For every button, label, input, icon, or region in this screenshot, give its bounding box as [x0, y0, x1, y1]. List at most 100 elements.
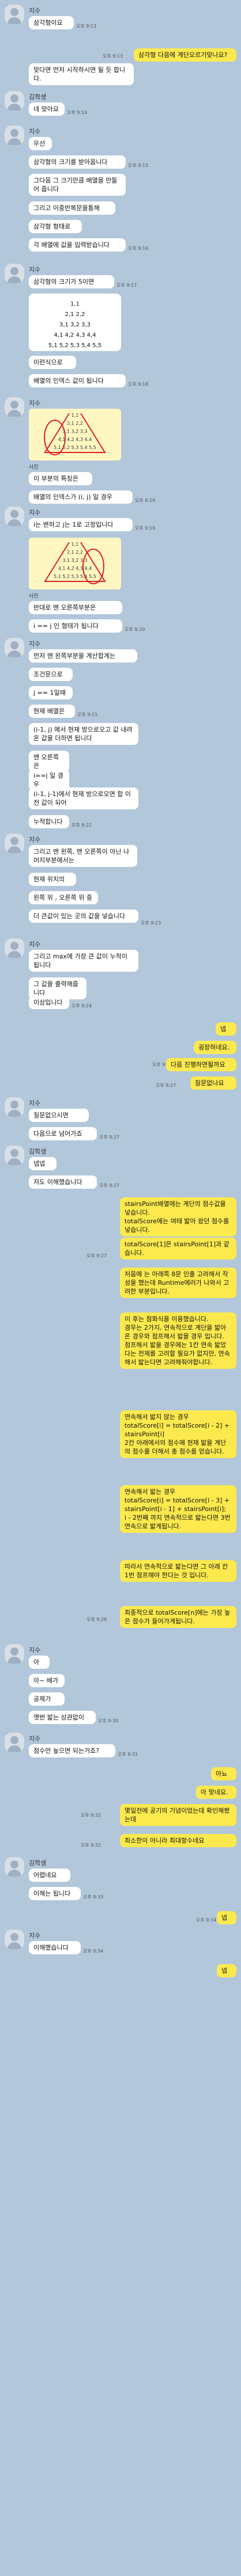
my-message-bubble: 굉장하네요. — [194, 1041, 236, 1054]
my-message-bubble: 넵 — [217, 1911, 236, 1924]
timestamp: 오후 9:28 — [86, 1617, 107, 1622]
message-bubble: 그리고 맨 왼쪽, 맨 오른쪽이 아닌 나머지부분에서는 — [29, 845, 137, 867]
avatar[interactable] — [5, 91, 24, 111]
svg-text:1,1: 1,1 — [71, 413, 79, 418]
message-bubble: 배열의 인덱스가 (i, j) 일 경우 — [29, 490, 133, 504]
timestamp: 오후 9:32 — [81, 1813, 101, 1818]
message-bubble: 저도 이해했습니다 — [29, 1175, 97, 1189]
chat-room: 지수 삼각형이요 오후 9:13 오후 9:13 삼각형 다음에 계단오르기맞나… — [0, 0, 241, 2576]
message-bubble: 옛번 밟는 상관없이 — [29, 1711, 96, 1724]
my-message-bubble: 최소한이 아니라 최대항수네요 — [120, 1834, 236, 1847]
timestamp: 오후 9:24 — [71, 1003, 92, 1009]
sender-name: 지수 — [29, 399, 41, 407]
avatar[interactable] — [5, 397, 24, 417]
avatar[interactable] — [5, 5, 24, 24]
message-bubble: j == 1일때 — [29, 686, 73, 699]
message-bubble: 삼각형의 크기를 받아옵니다 — [29, 155, 126, 169]
message-bubble: 삼각형의 크기가 5이면 — [29, 275, 114, 288]
my-message-bubble: 삼각형 다음에 계단오르기맞나요? — [134, 48, 236, 62]
timestamp: 오후 9:34 — [196, 1917, 217, 1923]
timestamp: 오후 9:31 — [118, 1752, 138, 1757]
message-bubble: 다음으로 넘어가죠 — [29, 1127, 97, 1140]
avatar[interactable] — [5, 1146, 24, 1165]
message-bubble: 왼쪽 위 , 오른쪽 위 중 — [29, 891, 98, 904]
sender-name: 지수 — [29, 1735, 41, 1742]
timestamp: 오후 9:34 — [83, 1949, 104, 1954]
message-bubble: 아~ 배가 — [29, 1674, 65, 1687]
sender-name: 지수 — [29, 266, 41, 273]
timestamp: 오후 9:23 — [141, 920, 161, 926]
timestamp: 오후 9:22 — [71, 823, 92, 828]
avatar[interactable] — [5, 1097, 24, 1117]
message-bubble: 네 맞아요 — [29, 102, 65, 116]
message-bubble: 공제가 — [29, 1692, 65, 1706]
timestamp: 오후 9:27 — [156, 1083, 176, 1088]
timestamp: 오후 9:27 — [99, 1135, 120, 1140]
timestamp: 오후 9:15 — [128, 163, 149, 168]
my-message-bubble: 몇일전에 공기의 기념이었는데 확인해봤는데 — [120, 1804, 236, 1826]
sender-name: 지수 — [29, 941, 41, 948]
avatar[interactable] — [5, 1733, 24, 1752]
message-bubble: 점수만 높으면 되는거죠? — [29, 1744, 115, 1757]
triangle-photo[interactable]: 1,1 2,1 2,2 3,1 3,2 3,3 4,1 4,2 4,3 4,4 … — [29, 409, 121, 461]
avatar[interactable] — [5, 1930, 24, 1949]
timestamp: 오후 9:32 — [81, 1843, 101, 1848]
sender-name: 지수 — [29, 640, 41, 648]
timestamp: 오후 9:20 — [125, 627, 145, 632]
sender-name: 지수 — [29, 7, 41, 14]
sender-name: 지수 — [29, 509, 41, 516]
timestamp: 오후 9:27 — [86, 1253, 107, 1258]
sender-name: 김학생 — [29, 1859, 47, 1867]
my-message-bubble: 처음에 는 아래쪽 8문 인출 고려해서 작성을 했는데 Runtime에러가 … — [120, 1268, 236, 1298]
sender-name: 지수 — [29, 836, 41, 843]
sender-name: 김학생 — [29, 1148, 47, 1155]
message-bubble: 삼각형이요 — [29, 16, 74, 29]
timestamp: 오후 9:16 — [128, 246, 149, 251]
my-message-bubble: 연속해서 밟지 않는 경우 totalScore[i] = totalScore… — [120, 1410, 236, 1458]
message-bubble: 아 — [29, 1656, 50, 1669]
svg-text:2,1 2,2: 2,1 2,2 — [67, 421, 83, 426]
svg-text:5,1 5,2 5,3 5,4 5,5: 5,1 5,2 5,3 5,4 5,5 — [54, 445, 96, 450]
timestamp: 오후 9:27 — [99, 1183, 120, 1188]
timestamp: 오후 9:17 — [116, 283, 137, 288]
avatar[interactable] — [5, 1644, 24, 1664]
triangle-photo[interactable]: 1,1 2,1 2,2 3,1 3,2 3,3 4,1 4,2 4,3 4,4 … — [29, 538, 121, 589]
message-bubble: 넵넵 — [29, 1157, 57, 1170]
my-message-bubble: 넵 — [217, 1964, 236, 1977]
message-bubble: i는 변하고 j는 1로 고정입니다 — [29, 518, 133, 531]
timestamp: 오후 9:19 — [135, 498, 156, 503]
timestamp: 오후 9:14 — [67, 110, 88, 115]
message-bubble: 삼각형 형태로 — [29, 220, 82, 233]
message-bubble: (i-1, j-1)에서 현재 방으로오면 합 이전 값이 되어 — [29, 787, 138, 809]
my-message-bubble: stairsPoint배열에는 계단의 점수값을 넣습니다. totalScor… — [120, 1197, 236, 1236]
photo-caption: 사진 — [29, 593, 39, 599]
message-bubble: (i-1, j) 에서 현재 방으로오고 값 내려온 값을 더하면 됩니다 — [29, 723, 138, 745]
message-bubble: 이해는 됩니다 — [29, 1887, 81, 1900]
message-bubble: 우선 — [29, 137, 52, 150]
avatar[interactable] — [5, 125, 24, 145]
my-message-bubble: 넵 — [216, 1022, 236, 1036]
sender-name: 지수 — [29, 128, 41, 135]
avatar[interactable] — [5, 1857, 24, 1877]
message-bubble: 이상입니다 — [29, 996, 69, 1009]
message-bubble: 조건문으로 — [29, 668, 73, 681]
avatar[interactable] — [5, 938, 24, 958]
my-message-bubble: totalScore[1]은 stairsPoint[1]과 같습니다. — [120, 1238, 236, 1260]
avatar[interactable] — [5, 507, 24, 526]
timestamp: 오후 9:30 — [98, 1718, 119, 1723]
message-bubble: 이런식으로 — [29, 356, 76, 369]
my-message-bubble: 이 후는 점화식을 이용했습니다. 경우는 2가지, 연속적으로 계단을 밟아 … — [120, 1312, 236, 1369]
message-bubble: 각 배열에 값을 입력받습니다 — [29, 238, 126, 252]
message-bubble: 맞다면 먼저 시작하시면 될 듯 합니다. — [29, 63, 134, 85]
avatar[interactable] — [5, 638, 24, 657]
svg-text:4,1 4,2 4,3 4,4: 4,1 4,2 4,3 4,4 — [58, 437, 92, 442]
message-bubble: 더 큰값이 있는 곳의 값을 넣습니다 — [29, 910, 138, 923]
avatar[interactable] — [5, 834, 24, 853]
message-bubble: 먼저 맨 왼쪽부분을 계산합계는 — [29, 649, 137, 663]
avatar[interactable] — [5, 264, 24, 283]
sender-name: 김학생 — [29, 93, 47, 101]
my-message-bubble: 아 맞네요. — [196, 1786, 236, 1799]
my-message-bubble: 아뇨 — [211, 1767, 236, 1780]
timestamp: 오후 9:33 — [83, 1894, 104, 1900]
my-message-bubble: 연속해서 밟는 경우 totalScore[i] = totalScore[i … — [120, 1485, 236, 1533]
